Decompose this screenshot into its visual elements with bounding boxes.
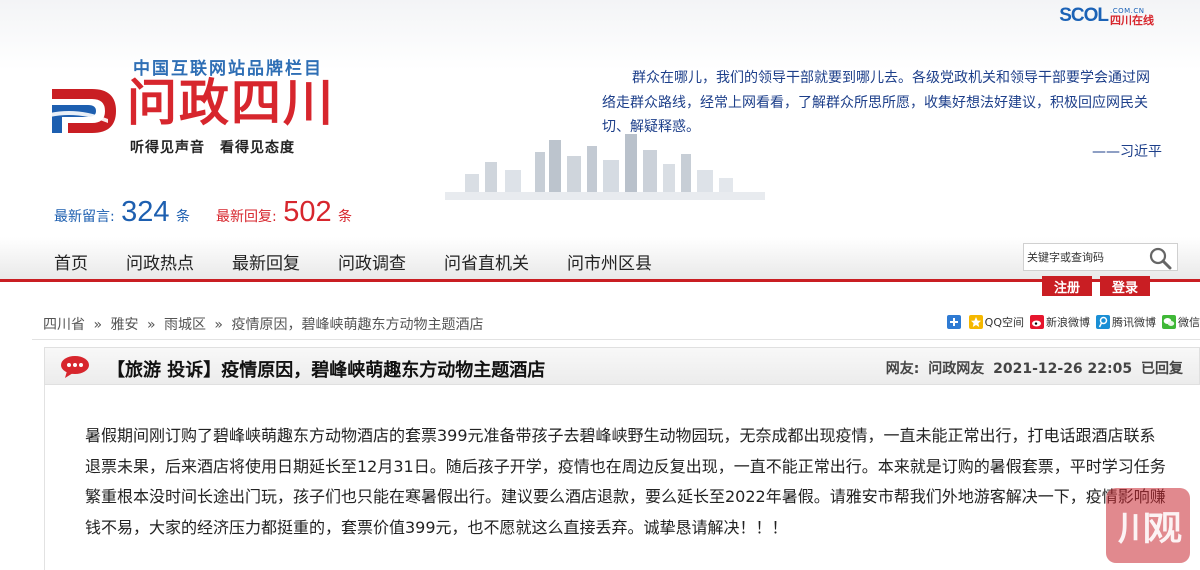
login-button[interactable]: 登录: [1100, 276, 1150, 296]
portal-logo-site-name: 四川在线: [1110, 14, 1154, 27]
register-button[interactable]: 注册: [1042, 276, 1092, 296]
search-icon[interactable]: [1147, 246, 1173, 270]
breadcrumb-province[interactable]: 四川省: [43, 317, 85, 333]
quote-author: ——习近平: [1092, 144, 1162, 160]
nav-menu: 首页 问政热点 最新回复 问政调查 问省直机关 问市州区县: [54, 249, 690, 274]
nav-item-provincial-agencies[interactable]: 问省直机关: [444, 249, 529, 274]
plus-icon: [946, 315, 961, 329]
latest-replies-stat[interactable]: 最新回复: 502 条: [216, 196, 352, 229]
sina-weibo-icon: [1030, 315, 1044, 329]
site-logo-title[interactable]: 问政四川: [127, 73, 335, 133]
latest-messages-label: 最新留言:: [54, 209, 115, 225]
nav-item-cities-counties[interactable]: 问市州区县: [567, 249, 652, 274]
post-author: 问政网友: [928, 361, 985, 377]
latest-messages-count: 324: [121, 196, 170, 228]
breadcrumb-current: 疫情原因，碧峰峡萌趣东方动物主题酒店: [231, 317, 484, 333]
post-status-badge: 已回复: [1141, 361, 1183, 377]
portal-logo[interactable]: SCOL .COM.CN 四川在线: [1059, 5, 1154, 27]
post-datetime: 2021-12-26 22:05: [993, 361, 1133, 377]
share-bar: QQ空间 新浪微博 腾讯微博 微信: [941, 314, 1200, 330]
watermark-logo: 川观: [1106, 488, 1190, 563]
breadcrumb-city[interactable]: 雅安: [110, 317, 138, 333]
site-stats: 最新留言: 324 条 最新回复: 502 条: [54, 196, 352, 229]
site-header: SCOL .COM.CN 四川在线 中国互联网站品牌栏目 问政四川 听得见声音 …: [0, 0, 1200, 237]
qzone-icon: [968, 315, 983, 329]
breadcrumb-separator: »: [214, 317, 223, 333]
latest-replies-label: 最新回复:: [216, 209, 277, 225]
nav-item-latest-replies[interactable]: 最新回复: [232, 249, 300, 274]
site-slogan: 听得见声音 看得见态度: [130, 140, 295, 156]
watermark-text: 川观: [1118, 509, 1182, 549]
breadcrumb-district[interactable]: 雨城区: [164, 317, 206, 333]
speech-bubble-icon: [61, 356, 89, 378]
latest-replies-unit: 条: [338, 209, 353, 225]
latest-messages-unit: 条: [176, 209, 191, 225]
search-box: [1023, 243, 1178, 271]
auth-buttons: 注册 登录: [1042, 276, 1158, 296]
share-wechat-button[interactable]: 微信: [1162, 314, 1200, 330]
portal-logo-word: SCOL: [1059, 5, 1109, 26]
breadcrumb-separator: »: [146, 317, 156, 333]
logo-emblem-icon: [50, 89, 116, 133]
latest-messages-stat[interactable]: 最新留言: 324 条: [54, 196, 190, 229]
post-body: 暑假期间刚订购了碧峰峡萌趣东方动物酒店的套票399元准备带孩子去碧峰峡野生动物园…: [44, 385, 1200, 570]
post-title: 【旅游 投诉】疫情原因，碧峰峡萌趣东方动物主题酒店: [107, 360, 546, 381]
share-qzone-button[interactable]: QQ空间: [968, 314, 1024, 330]
latest-replies-count: 502: [283, 196, 332, 228]
main-nav: 首页 问政热点 最新回复 问政调查 问省直机关 问市州区县: [0, 237, 1200, 282]
breadcrumb-row: 四川省 » 雅安 » 雨城区 » 疫情原因，碧峰峡萌趣东方动物主题酒店 QQ空间…: [32, 308, 1200, 340]
leader-quote: 群众在哪儿，我们的领导干部就要到哪儿去。各级党政机关和领导干部要学会通过网络走群…: [602, 70, 1150, 135]
wechat-icon: [1162, 315, 1176, 329]
nav-item-hot-topics[interactable]: 问政热点: [126, 249, 194, 274]
search-input[interactable]: [1024, 245, 1139, 269]
share-more-button[interactable]: [946, 315, 963, 329]
post-author-label: 网友:: [885, 361, 920, 377]
breadcrumb: 四川省 » 雅安 » 雨城区 » 疫情原因，碧峰峡萌趣东方动物主题酒店: [43, 314, 483, 334]
post-title-bar: 【旅游 投诉】疫情原因，碧峰峡萌趣东方动物主题酒店 网友: 问政网友 2021-…: [44, 347, 1200, 385]
breadcrumb-separator: »: [93, 317, 103, 333]
nav-item-home[interactable]: 首页: [54, 249, 88, 274]
post-content: 暑假期间刚订购了碧峰峡萌趣东方动物酒店的套票399元准备带孩子去碧峰峡野生动物园…: [85, 426, 1166, 537]
share-sina-weibo-button[interactable]: 新浪微博: [1030, 314, 1090, 330]
post-meta: 网友: 问政网友 2021-12-26 22:05 已回复: [882, 358, 1183, 378]
tencent-weibo-icon: [1096, 315, 1110, 329]
share-tencent-weibo-button[interactable]: 腾讯微博: [1096, 314, 1156, 330]
city-skyline-decoration: [445, 134, 765, 200]
nav-item-surveys[interactable]: 问政调查: [338, 249, 406, 274]
